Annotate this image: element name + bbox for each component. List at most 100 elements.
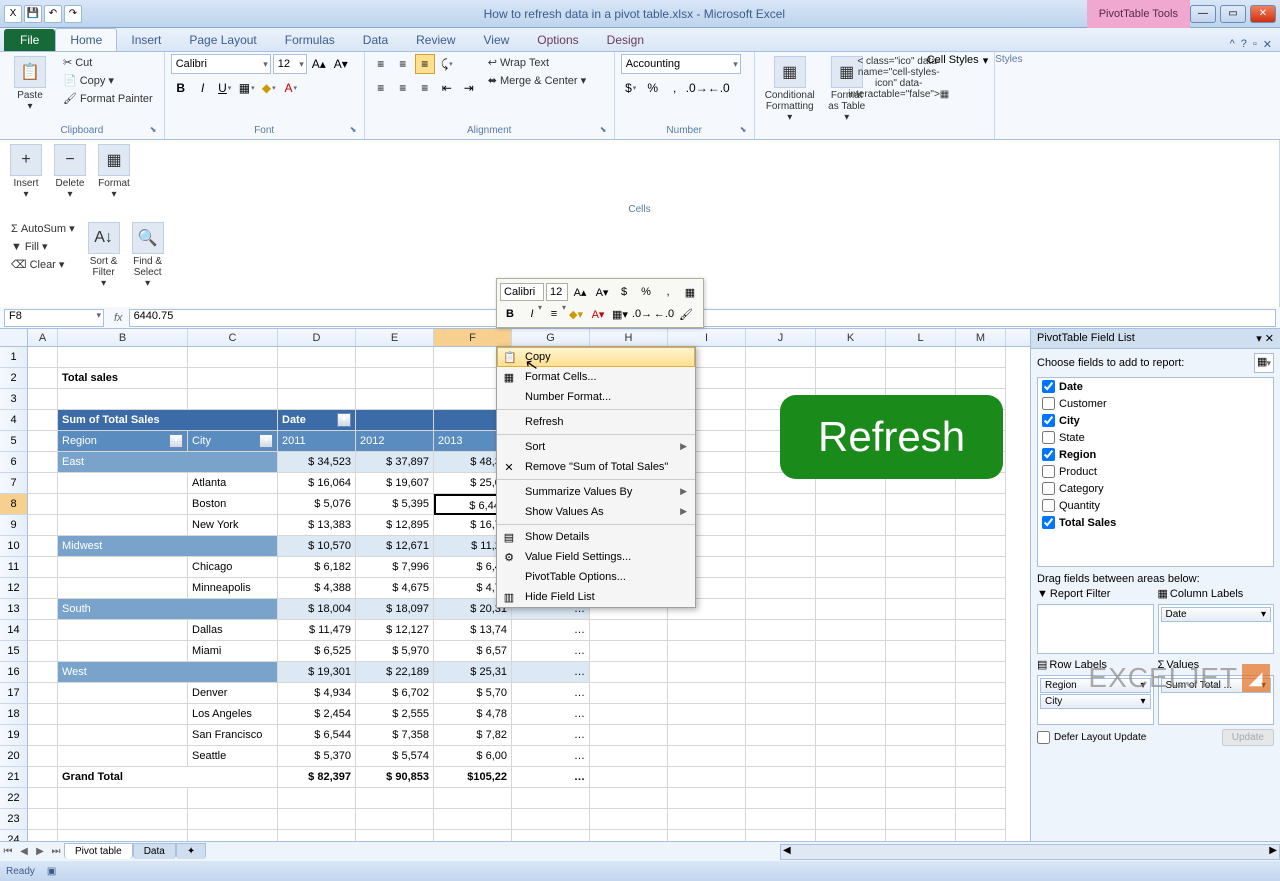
cell[interactable] — [886, 767, 956, 788]
cell[interactable]: $ 7,82 — [434, 725, 512, 746]
cell[interactable] — [28, 662, 58, 683]
font-color-button[interactable]: A — [281, 78, 301, 98]
ctx-show-values-as[interactable]: Show Values As▶ — [497, 502, 695, 522]
cell[interactable] — [668, 830, 746, 841]
cell[interactable] — [28, 788, 58, 809]
row-header[interactable]: 4 — [0, 410, 28, 431]
cell[interactable]: $ 82,397 — [278, 767, 356, 788]
city-filter-button[interactable]: ▾ — [259, 434, 273, 448]
mini-borders-icon[interactable]: ▦▾ — [610, 304, 630, 324]
alignment-launcher-icon[interactable]: ⬊ — [600, 125, 612, 137]
cell[interactable]: $ 19,301 — [278, 662, 356, 683]
cell[interactable]: … — [512, 662, 590, 683]
row-header[interactable]: 11 — [0, 557, 28, 578]
cell[interactable] — [278, 830, 356, 841]
row-header[interactable]: 10 — [0, 536, 28, 557]
accounting-format-icon[interactable]: $ — [621, 78, 641, 98]
cell[interactable]: Los Angeles — [188, 704, 278, 725]
cell[interactable] — [746, 515, 816, 536]
cell[interactable] — [58, 578, 188, 599]
cell[interactable]: Region▾ — [58, 431, 188, 452]
area-pill[interactable]: City▾ — [1040, 694, 1151, 709]
align-top-icon[interactable]: ≡ — [371, 54, 391, 74]
cell[interactable] — [668, 746, 746, 767]
cell[interactable] — [28, 725, 58, 746]
cell[interactable] — [956, 662, 1006, 683]
cell[interactable] — [668, 662, 746, 683]
cell[interactable] — [886, 704, 956, 725]
cell[interactable]: Minneapolis — [188, 578, 278, 599]
cell[interactable] — [956, 746, 1006, 767]
field-checkbox[interactable] — [1042, 448, 1055, 461]
cell[interactable] — [886, 662, 956, 683]
cell[interactable] — [746, 725, 816, 746]
cell[interactable] — [816, 557, 886, 578]
tab-file[interactable]: File — [4, 29, 55, 51]
cell[interactable] — [28, 746, 58, 767]
cell[interactable] — [746, 767, 816, 788]
cell[interactable]: $ 6,182 — [278, 557, 356, 578]
ctx-remove-sum-of-total-sales-[interactable]: ✕Remove "Sum of Total Sales" — [497, 457, 695, 477]
cell[interactable]: Date▾ — [278, 410, 356, 431]
field-checkbox[interactable] — [1042, 380, 1055, 393]
field-quantity[interactable]: Quantity — [1038, 497, 1273, 514]
cell[interactable] — [434, 788, 512, 809]
column-labels-area[interactable]: Date▾ — [1158, 604, 1275, 654]
column-header-C[interactable]: C — [188, 329, 278, 346]
cell[interactable] — [668, 809, 746, 830]
ctx-pivottable-options-[interactable]: PivotTable Options... — [497, 567, 695, 587]
cell[interactable] — [956, 368, 1006, 389]
cell[interactable] — [28, 683, 58, 704]
align-center-icon[interactable]: ≡ — [393, 78, 413, 98]
cell[interactable] — [58, 515, 188, 536]
column-header-J[interactable]: J — [746, 329, 816, 346]
cell[interactable] — [746, 641, 816, 662]
date-filter-button[interactable]: ▾ — [337, 413, 351, 427]
cell[interactable]: $105,22 — [434, 767, 512, 788]
format-painter-button[interactable]: 🖌Format Painter — [58, 90, 158, 107]
cell[interactable] — [590, 809, 668, 830]
field-customer[interactable]: Customer — [1038, 395, 1273, 412]
cell[interactable] — [746, 683, 816, 704]
cell[interactable] — [58, 809, 188, 830]
cell[interactable] — [956, 767, 1006, 788]
ctx-value-field-settings-[interactable]: ⚙Value Field Settings... — [497, 547, 695, 567]
cell[interactable] — [886, 830, 956, 841]
cell[interactable] — [746, 662, 816, 683]
cell[interactable] — [956, 704, 1006, 725]
cell[interactable] — [816, 830, 886, 841]
field-list-layout-button[interactable]: ▦ — [1254, 353, 1274, 373]
cell[interactable]: Seattle — [188, 746, 278, 767]
cell[interactable] — [590, 683, 668, 704]
cell[interactable] — [278, 368, 356, 389]
cell[interactable]: $ 2,555 — [356, 704, 434, 725]
name-box[interactable]: F8 — [4, 309, 104, 327]
cell[interactable] — [816, 494, 886, 515]
column-header-K[interactable]: K — [816, 329, 886, 346]
field-checkbox[interactable] — [1042, 482, 1055, 495]
cell[interactable] — [746, 557, 816, 578]
cell[interactable] — [668, 683, 746, 704]
maximize-button[interactable]: ▭ — [1220, 5, 1246, 23]
cell[interactable] — [746, 536, 816, 557]
cell[interactable] — [58, 494, 188, 515]
horizontal-scrollbar[interactable]: ◀▶ — [780, 844, 1280, 860]
ctx-number-format-[interactable]: Number Format... — [497, 387, 695, 407]
sort-filter-button[interactable]: A↓Sort & Filter▾ — [84, 220, 124, 291]
cell[interactable] — [356, 788, 434, 809]
cell[interactable] — [28, 704, 58, 725]
field-checkbox[interactable] — [1042, 516, 1055, 529]
cell[interactable]: $ 6,00 — [434, 746, 512, 767]
field-total-sales[interactable]: Total Sales — [1038, 514, 1273, 531]
font-size-combo[interactable]: 12 — [273, 54, 307, 74]
cell[interactable] — [816, 725, 886, 746]
grow-font-icon[interactable]: A▴ — [309, 54, 329, 74]
cell[interactable] — [746, 704, 816, 725]
cell[interactable] — [816, 620, 886, 641]
cell[interactable] — [816, 536, 886, 557]
cell[interactable]: $ 6,544 — [278, 725, 356, 746]
macro-record-icon[interactable]: ▣ — [47, 866, 56, 877]
tab-home[interactable]: Home — [55, 28, 117, 51]
field-checkbox[interactable] — [1042, 414, 1055, 427]
column-header-E[interactable]: E — [356, 329, 434, 346]
